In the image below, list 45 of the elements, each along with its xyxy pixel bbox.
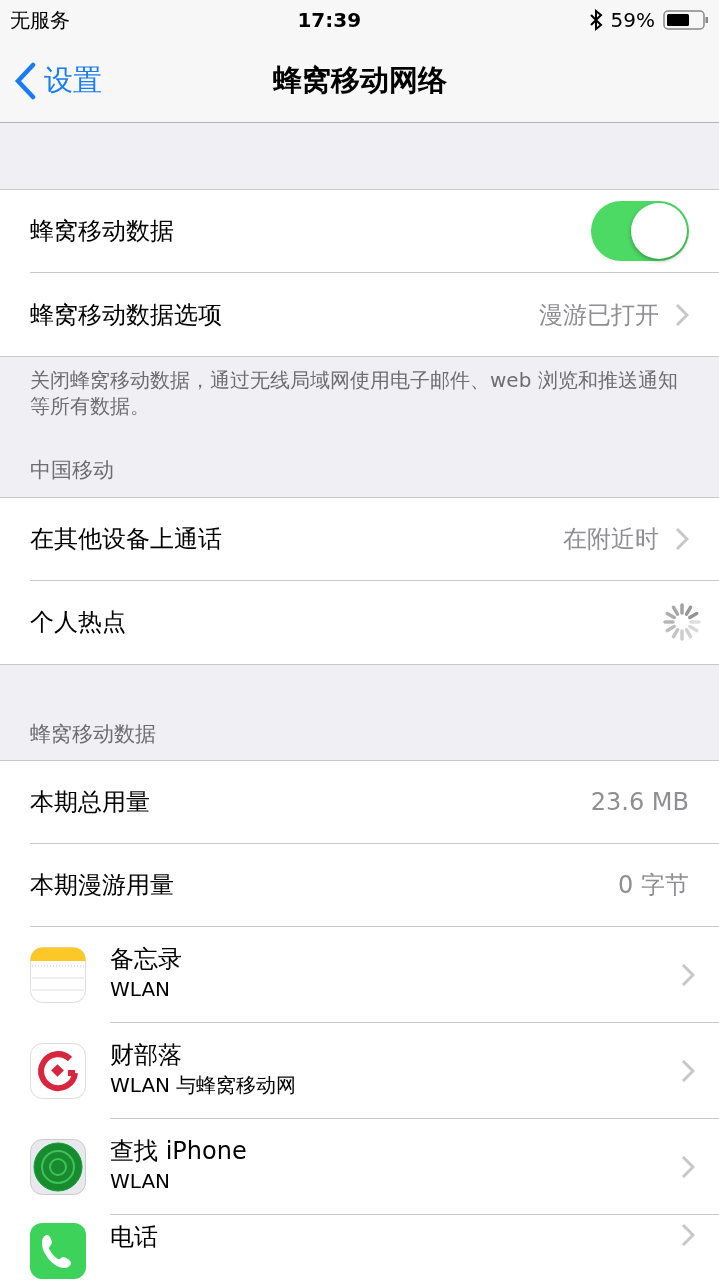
list-row[interactable]: 蜂窝移动数据选项 漫游已打开 xyxy=(30,273,719,356)
app-name: 财部落 xyxy=(110,1041,183,1070)
row-value: 0 字节 xyxy=(618,870,689,901)
list-row[interactable]: 电话 xyxy=(0,1215,719,1280)
row-label: 本期漫游用量 xyxy=(30,870,174,901)
page-title: 蜂窝移动网络 xyxy=(272,62,447,100)
row-label: 蜂窝移动数据 xyxy=(30,216,174,247)
radar-icon xyxy=(30,1139,86,1195)
chevron-icon xyxy=(681,1058,695,1083)
row-label: 蜂窝移动数据选项 xyxy=(30,299,222,331)
notepad-icon xyxy=(30,947,86,1003)
list-row[interactable]: 财部落 WLAN 与蜂窝移动网 xyxy=(0,1023,719,1119)
row-value: 漫游已打开 xyxy=(539,299,659,331)
bluetooth-icon xyxy=(588,9,603,31)
chevron-icon xyxy=(681,962,695,987)
section-footer: 关闭蜂窝移动数据，通过无线局域网使用电子邮件、web 浏览和推送通知等所有数据。 xyxy=(0,357,719,419)
clock-text: 17:39 xyxy=(297,7,362,34)
network-access-text: WLAN xyxy=(110,1167,172,1195)
list-row[interactable]: 查找 iPhone WLAN xyxy=(0,1119,719,1215)
app-name: 查找 iPhone xyxy=(110,1137,247,1166)
row-label: 本期总用量 xyxy=(30,787,150,818)
row-label: 在其他设备上通话 xyxy=(30,523,222,555)
list-row[interactable]: 在其他设备上通话 在附近时 xyxy=(30,497,719,581)
chevron-icon xyxy=(681,1154,695,1179)
back-chevron-icon xyxy=(14,62,36,100)
section-header: 蜂窝移动数据 xyxy=(29,720,157,748)
loading-spinner-icon xyxy=(663,603,701,641)
section-header: 中国移动 xyxy=(29,457,115,484)
app-name: 备忘录 xyxy=(110,945,182,974)
toggle-switch[interactable] xyxy=(591,201,689,261)
network-access-text: WLAN xyxy=(110,975,172,1003)
battery-icon xyxy=(663,9,709,31)
back-button[interactable]: 设置 xyxy=(0,59,102,103)
battery-percent: 59% xyxy=(610,7,655,34)
app-name: 电话 xyxy=(110,1223,158,1252)
chevron-icon xyxy=(681,1223,695,1247)
row-value: 在附近时 xyxy=(563,523,659,555)
row-value: 23.6 MB xyxy=(590,787,689,818)
row-label: 个人热点 xyxy=(30,607,126,638)
carrier-text: 无服务 xyxy=(10,7,70,34)
list-row[interactable]: 备忘录 WLAN xyxy=(0,927,719,1023)
network-access-text: WLAN 与蜂窝移动网 xyxy=(110,1071,297,1099)
ring-logo-icon xyxy=(30,1043,86,1099)
chevron-icon xyxy=(675,302,689,327)
chevron-icon xyxy=(675,526,689,551)
